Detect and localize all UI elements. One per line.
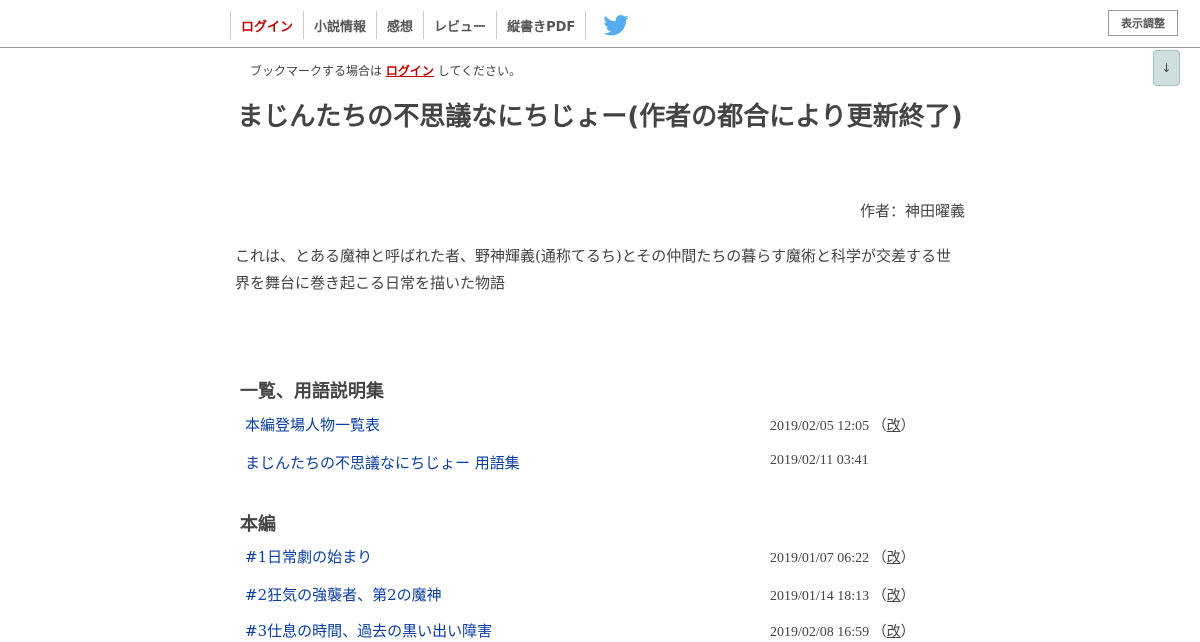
revision-mark: （改） — [872, 588, 915, 604]
scroll-down-button[interactable]: ↓ — [1153, 50, 1180, 86]
episode-link[interactable]: まじんたちの不思議なにちじょー 用語集 — [245, 452, 520, 473]
bookmark-notice-suffix: してください。 — [437, 64, 521, 78]
revision-link[interactable]: 改 — [887, 624, 901, 640]
episode-date-text: 2019/01/07 06:22 — [770, 551, 870, 566]
header-nav: ログイン 小説情報 感想 レビュー 縦書きPDF — [230, 11, 629, 39]
episode-link[interactable]: #3仕息の時間、過去の黒い出い障害 — [245, 620, 492, 641]
episode-link[interactable]: #1日常劇の始まり — [245, 546, 372, 567]
bookmark-notice: ブックマークする場合は ログイン してください。 — [250, 62, 521, 79]
revision-link[interactable]: 改 — [887, 550, 901, 566]
episode-date: 2019/02/05 12:05 （改） — [770, 415, 915, 435]
episode-link[interactable]: #2狂気の強襲者、第2の魔神 — [245, 584, 442, 605]
episode-date-text: 2019/02/08 16:59 — [770, 625, 870, 640]
episode-row: まじんたちの不思議なにちじょー 用語集 2019/02/11 03:41 — [245, 452, 945, 474]
episode-date: 2019/02/11 03:41 — [770, 453, 869, 469]
episode-date: 2019/01/07 06:22 （改） — [770, 547, 915, 567]
bookmark-login-link[interactable]: ログイン — [386, 64, 434, 78]
episode-date-text: 2019/01/14 18:13 — [770, 589, 870, 604]
nav-vertical-pdf-link[interactable]: 縦書きPDF — [496, 11, 587, 39]
revision-mark: （改） — [872, 550, 915, 566]
novel-title: まじんたちの不思議なにちじょー(作者の都合により更新終了) — [237, 102, 963, 132]
episode-date: 2019/02/08 16:59 （改） — [770, 621, 915, 641]
episode-row: 本編登場人物一覧表 2019/02/05 12:05 （改） — [245, 414, 945, 436]
bookmark-notice-prefix: ブックマークする場合は — [250, 64, 383, 78]
novel-author: 作者：神田曜義 — [859, 202, 965, 220]
nav-novel-info-link[interactable]: 小説情報 — [303, 11, 376, 39]
display-settings-button[interactable]: 表示調整 — [1108, 10, 1178, 36]
twitter-share-button[interactable] — [603, 11, 629, 39]
episode-date-text: 2019/02/11 03:41 — [770, 453, 869, 468]
episode-link[interactable]: 本編登場人物一覧表 — [245, 414, 380, 435]
episode-date-text: 2019/02/05 12:05 — [770, 419, 870, 434]
episode-date: 2019/01/14 18:13 （改） — [770, 585, 915, 605]
episode-row: #3仕息の時間、過去の黒い出い障害 2019/02/08 16:59 （改） — [245, 620, 945, 642]
nav-login-link[interactable]: ログイン — [230, 11, 303, 39]
chapter-title: 一覧、用語説明集 — [240, 381, 384, 402]
episode-row: #2狂気の強襲者、第2の魔神 2019/01/14 18:13 （改） — [245, 584, 945, 606]
site-header: ログイン 小説情報 感想 レビュー 縦書きPDF 表示調整 — [0, 0, 1200, 48]
episode-row: #1日常劇の始まり 2019/01/07 06:22 （改） — [245, 546, 945, 568]
nav-review-link[interactable]: レビュー — [423, 11, 496, 39]
novel-summary: これは、とある魔神と呼ばれた者、野神輝義(通称てるち)とその仲間たちの暮らす魔術… — [235, 247, 951, 292]
revision-link[interactable]: 改 — [887, 588, 901, 604]
nav-impressions-link[interactable]: 感想 — [376, 11, 423, 39]
revision-mark: （改） — [872, 418, 915, 434]
revision-mark: （改） — [872, 624, 915, 640]
arrow-down-icon: ↓ — [1161, 61, 1172, 75]
revision-link[interactable]: 改 — [887, 418, 901, 434]
chapter-title: 本編 — [240, 514, 276, 535]
twitter-bird-icon — [603, 14, 629, 35]
